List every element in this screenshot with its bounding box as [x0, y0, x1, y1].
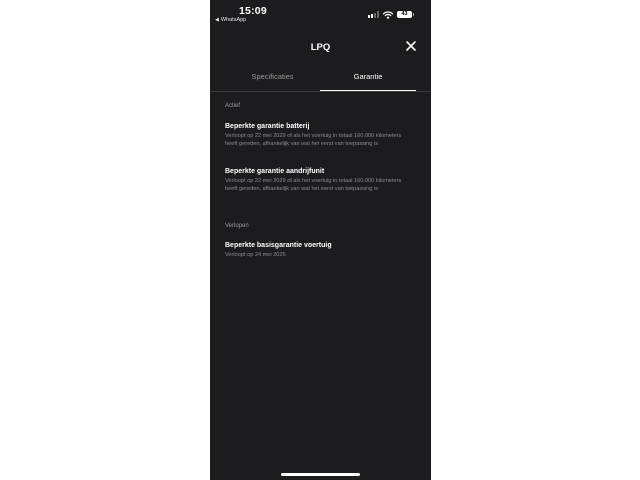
- tab-divider: [210, 91, 431, 92]
- warranty-item[interactable]: Beperkte basisgarantie voertuig Verloopt…: [225, 241, 415, 259]
- page-title: LPQ: [310, 42, 331, 53]
- back-to-app-link[interactable]: ◀ WhatsApp: [215, 17, 246, 23]
- warranty-title: Beperkte garantie batterij: [225, 123, 310, 130]
- tab-specificaties[interactable]: Specificaties: [214, 68, 331, 90]
- warranty-description: Verloopt op 22 mei 2029 of als het voert…: [225, 178, 402, 193]
- warranty-item[interactable]: Beperkte garantie aandrijfunit Verloopt …: [225, 167, 415, 193]
- warranty-title: Beperkte garantie aandrijfunit: [225, 168, 325, 175]
- status-time: 15:09: [239, 5, 267, 17]
- section-label-active: Actief: [225, 103, 241, 109]
- cellular-signal-icon: [368, 11, 379, 18]
- warranty-title: Beperkte basisgarantie voertuig: [225, 242, 332, 249]
- warranty-description: Verloopt op 24 mei 2025: [225, 252, 286, 258]
- close-icon[interactable]: [405, 40, 417, 52]
- back-app-label: WhatsApp: [220, 17, 247, 23]
- tab-bar: Specificaties Garantie: [210, 68, 431, 92]
- phone-screen: 15:09 ◀ WhatsApp 43 LPQ Specificaties Ga…: [210, 0, 431, 480]
- status-indicators: 43: [368, 10, 414, 19]
- tab-garantie[interactable]: Garantie: [320, 68, 416, 91]
- section-label-expired: Verlopen: [225, 223, 249, 229]
- warranty-item[interactable]: Beperkte garantie batterij Verloopt op 2…: [225, 122, 415, 148]
- back-triangle-icon: ◀: [215, 17, 219, 23]
- warranty-description: Verloopt op 22 mei 2029 of als het voert…: [225, 133, 402, 148]
- home-indicator[interactable]: [281, 473, 360, 476]
- wifi-icon: [383, 10, 393, 19]
- battery-icon: 43: [397, 11, 414, 18]
